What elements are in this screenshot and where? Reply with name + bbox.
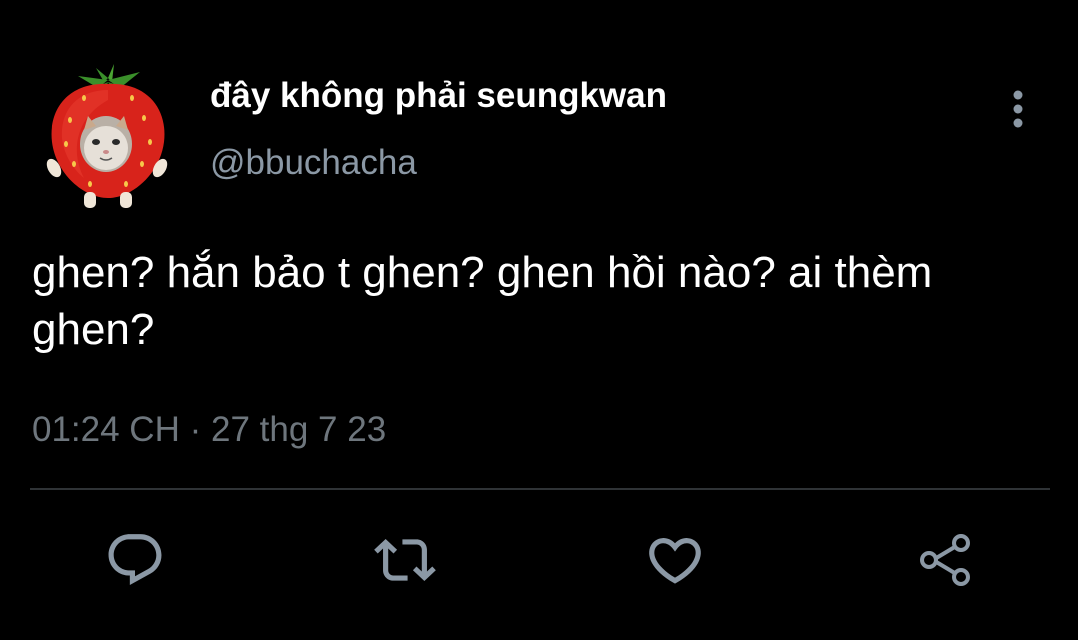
avatar[interactable] <box>44 60 172 210</box>
reply-icon <box>108 534 162 586</box>
tweet-date: 27 thg 7 23 <box>211 410 387 449</box>
more-vertical-icon <box>1013 90 1023 128</box>
strawberry-cat-avatar-icon <box>46 64 168 208</box>
reply-button[interactable] <box>100 525 170 595</box>
share-button[interactable] <box>910 525 980 595</box>
tweet-timestamp[interactable]: 01:24 CH · 27 thg 7 23 <box>32 410 386 450</box>
meta-separator: · <box>189 410 202 449</box>
divider <box>30 488 1050 490</box>
tweet-text: ghen? hắn bảo t ghen? ghen hồi nào? ai t… <box>32 248 933 354</box>
share-icon <box>920 534 970 586</box>
retweet-icon <box>374 539 436 581</box>
heart-icon <box>649 538 701 584</box>
like-button[interactable] <box>640 525 710 595</box>
more-options-button[interactable] <box>998 86 1038 132</box>
user-handle[interactable]: @bbuchacha <box>210 143 417 183</box>
retweet-button[interactable] <box>370 525 440 595</box>
display-name[interactable]: đây không phải seungkwan <box>210 76 667 116</box>
tweet-time: 01:24 CH <box>32 410 180 449</box>
